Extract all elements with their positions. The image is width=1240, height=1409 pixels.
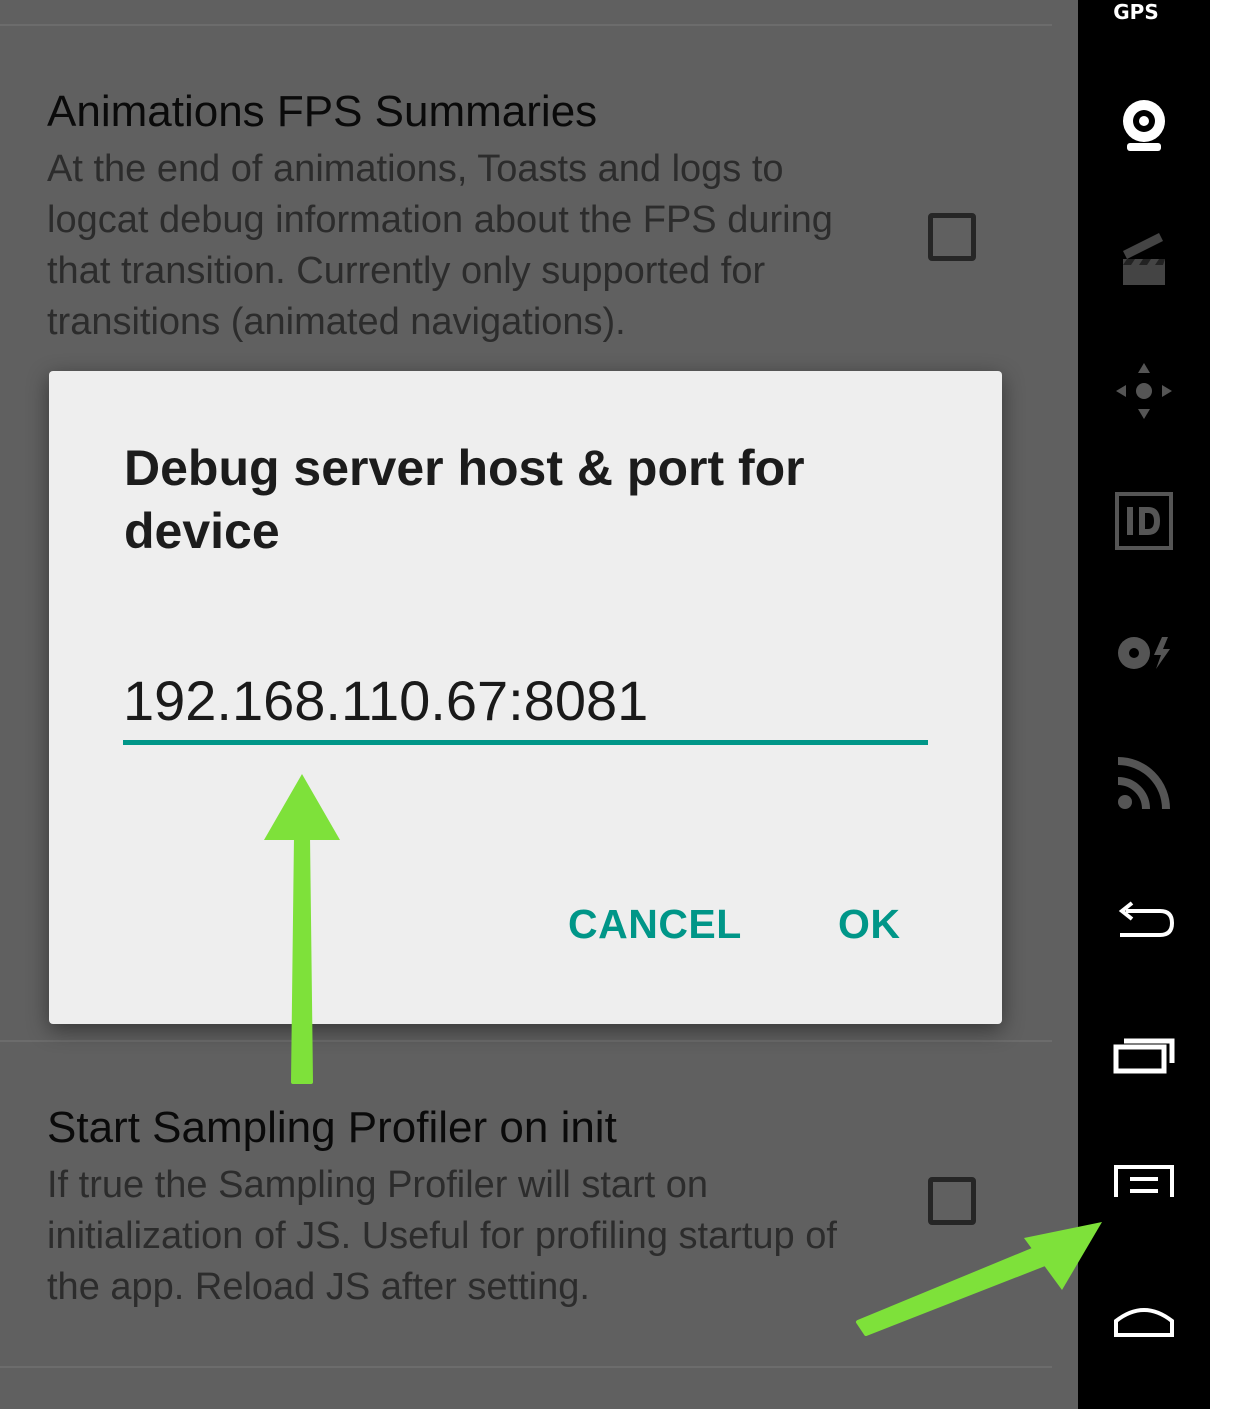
pref-summary: At the end of animations, Toasts and log… bbox=[47, 148, 833, 343]
cancel-button[interactable]: CANCEL bbox=[568, 901, 742, 948]
animations-fps-checkbox[interactable] bbox=[928, 213, 976, 261]
recent-apps-icon[interactable] bbox=[1078, 1000, 1210, 1110]
id-icon[interactable] bbox=[1078, 466, 1210, 576]
host-port-input[interactable] bbox=[123, 661, 928, 745]
emulator-toolbar: GPS bbox=[1078, 0, 1210, 1409]
pref-title: Start Sampling Profiler on init bbox=[47, 1103, 617, 1152]
dialog-title: Debug server host & port for device bbox=[124, 440, 805, 559]
camera-icon[interactable] bbox=[1078, 72, 1210, 182]
pref-title: Animations FPS Summaries bbox=[47, 87, 598, 136]
divider bbox=[0, 24, 1052, 26]
sampling-profiler-checkbox[interactable] bbox=[928, 1177, 976, 1225]
home-icon[interactable] bbox=[1078, 1262, 1210, 1372]
wifi-signal-icon[interactable] bbox=[1078, 728, 1210, 838]
clapperboard-icon[interactable] bbox=[1078, 204, 1210, 314]
gps-button[interactable]: GPS bbox=[1078, 0, 1194, 24]
battery-icon[interactable] bbox=[1078, 598, 1210, 708]
back-icon[interactable] bbox=[1078, 868, 1210, 978]
debug-server-dialog: Debug server host & port for device CANC… bbox=[49, 371, 1002, 1024]
pref-sampling-profiler[interactable]: Start Sampling Profiler on init If true … bbox=[47, 1102, 1047, 1313]
menu-icon[interactable] bbox=[1078, 1128, 1210, 1238]
ok-button[interactable]: OK bbox=[838, 901, 901, 948]
pref-summary: If true the Sampling Profiler will start… bbox=[47, 1164, 837, 1308]
dpad-icon[interactable] bbox=[1078, 336, 1210, 446]
divider bbox=[0, 1040, 1052, 1042]
divider bbox=[0, 1366, 1052, 1368]
pref-animations-fps[interactable]: Animations FPS Summaries At the end of a… bbox=[47, 86, 1047, 348]
window-edge bbox=[1210, 0, 1240, 1409]
